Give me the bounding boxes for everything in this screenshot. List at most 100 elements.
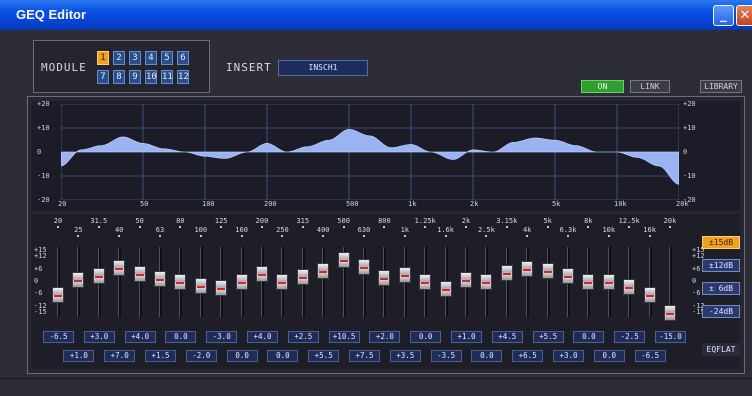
band-gain-value[interactable]: +7.0 (104, 350, 136, 362)
fader-knob[interactable] (235, 274, 248, 290)
fader-track[interactable] (505, 247, 509, 317)
band-gain-value[interactable]: +3.0 (83, 331, 115, 343)
db-tick-label: +20 (37, 100, 50, 108)
fader-knob[interactable] (154, 270, 166, 287)
fader-track[interactable] (118, 247, 122, 317)
band-dot (138, 226, 141, 228)
fader-knob[interactable] (113, 259, 126, 276)
range-button[interactable]: ±15dB (702, 236, 740, 249)
fader-knob[interactable] (643, 287, 656, 304)
band-gain-value[interactable]: 0.0 (165, 331, 197, 343)
fader-knob[interactable] (460, 271, 472, 288)
eqflat-button[interactable]: EQFLAT (702, 343, 740, 356)
module-button-12[interactable]: 12 (177, 70, 189, 84)
band-gain-value[interactable]: 0.0 (471, 350, 503, 362)
band-gain-value[interactable]: +4.0 (247, 331, 278, 343)
band-dot (281, 235, 284, 237)
module-button-1[interactable]: 1 (97, 51, 109, 65)
band-gain-value[interactable]: -3.5 (430, 350, 462, 362)
fader-knob[interactable] (215, 280, 228, 297)
fader-track[interactable] (322, 247, 326, 317)
module-button-5[interactable]: 5 (161, 51, 173, 65)
module-button-2[interactable]: 2 (113, 51, 125, 65)
fader-knob[interactable] (378, 269, 391, 286)
band-gain-value[interactable]: +5.5 (532, 331, 564, 343)
module-button-4[interactable]: 4 (145, 51, 157, 65)
fader-knob[interactable] (276, 274, 289, 290)
band-gain-value[interactable]: +10.5 (328, 331, 360, 343)
module-button-3[interactable]: 3 (129, 51, 141, 65)
band-gain-value[interactable]: +3.5 (389, 350, 421, 362)
fader-knob[interactable] (398, 266, 411, 283)
band-gain-value[interactable]: +6.5 (512, 350, 544, 362)
band-gain-value[interactable]: -2.5 (614, 331, 646, 343)
library-button[interactable]: LIBRARY (700, 80, 742, 93)
fader-track[interactable] (138, 247, 142, 317)
close-button[interactable]: ✕ (736, 5, 752, 26)
fader-knob[interactable] (439, 281, 452, 298)
range-button[interactable]: ± 6dB (702, 282, 740, 295)
fader-knob[interactable] (582, 274, 595, 290)
band-freq-label: 160 (235, 226, 248, 234)
module-button-6[interactable]: 6 (177, 51, 189, 65)
link-button[interactable]: LINK (630, 80, 670, 93)
module-button-11[interactable]: 11 (161, 70, 173, 84)
title-bar[interactable]: GEQ Editor _ ✕ (0, 0, 752, 30)
band-gain-value[interactable]: 0.0 (410, 331, 442, 343)
band-gain-value[interactable]: +7.5 (349, 350, 380, 362)
fader-knob[interactable] (317, 262, 330, 279)
fader-knob[interactable] (296, 268, 309, 285)
fader-knob[interactable] (358, 258, 370, 275)
fader-track[interactable] (526, 247, 530, 317)
insert-select[interactable]: INSCH1 (278, 60, 368, 76)
fader-knob[interactable] (92, 267, 105, 284)
band-gain-value[interactable]: +1.0 (63, 350, 95, 362)
fader-knob[interactable] (419, 274, 432, 290)
band-gain-value[interactable]: -2.0 (185, 350, 217, 362)
band-gain-value[interactable]: -15.0 (655, 331, 686, 343)
range-button[interactable]: ±12dB (702, 259, 740, 272)
fader-knob[interactable] (500, 264, 513, 281)
band-gain-value[interactable]: +2.0 (369, 331, 401, 343)
band-gain-value[interactable]: +1.0 (451, 331, 482, 343)
band-gain-value[interactable]: 0.0 (267, 350, 299, 362)
band-gain-value[interactable]: -6.5 (43, 331, 74, 343)
band-gain-value[interactable]: +5.5 (308, 350, 340, 362)
fader-knob[interactable] (256, 265, 268, 282)
fader-track[interactable] (546, 247, 550, 317)
band-gain-value[interactable]: +3.0 (553, 350, 584, 362)
band-gain-value[interactable]: -3.0 (206, 331, 238, 343)
module-button-9[interactable]: 9 (129, 70, 141, 84)
fader-knob[interactable] (623, 279, 636, 296)
module-button-7[interactable]: 7 (97, 70, 109, 84)
fader-track[interactable] (261, 247, 264, 317)
fader-track[interactable] (363, 247, 366, 317)
band-gain-value[interactable]: 0.0 (593, 350, 625, 362)
fader-knob[interactable] (602, 274, 615, 290)
fader-knob[interactable] (562, 267, 574, 284)
band-gain-value[interactable]: -6.5 (634, 350, 666, 362)
fader-knob[interactable] (541, 262, 554, 279)
fader-knob[interactable] (174, 274, 187, 290)
band-gain-value[interactable]: 0.0 (226, 350, 258, 362)
band-gain-value[interactable]: +2.5 (287, 331, 319, 343)
fader-knob[interactable] (664, 305, 676, 321)
range-button[interactable]: -24dB (702, 305, 740, 318)
band-gain-value[interactable]: +1.5 (145, 350, 176, 362)
fader-knob[interactable] (194, 278, 207, 295)
on-button[interactable]: ON (581, 80, 624, 93)
fader-knob[interactable] (52, 287, 64, 304)
band-gain-value[interactable]: +4.0 (124, 331, 156, 343)
module-button-8[interactable]: 8 (113, 70, 125, 84)
minimize-button[interactable]: _ (713, 5, 734, 26)
module-button-10[interactable]: 10 (145, 70, 157, 84)
fader-knob[interactable] (337, 252, 350, 269)
fader-knob[interactable] (72, 271, 85, 288)
fader-knob[interactable] (521, 260, 534, 277)
fader-track[interactable] (57, 247, 60, 317)
fader-knob[interactable] (133, 265, 146, 282)
band-gain-value[interactable]: +4.5 (491, 331, 523, 343)
fader-track[interactable] (648, 247, 652, 317)
band-gain-value[interactable]: 0.0 (573, 331, 605, 343)
fader-knob[interactable] (480, 274, 493, 290)
